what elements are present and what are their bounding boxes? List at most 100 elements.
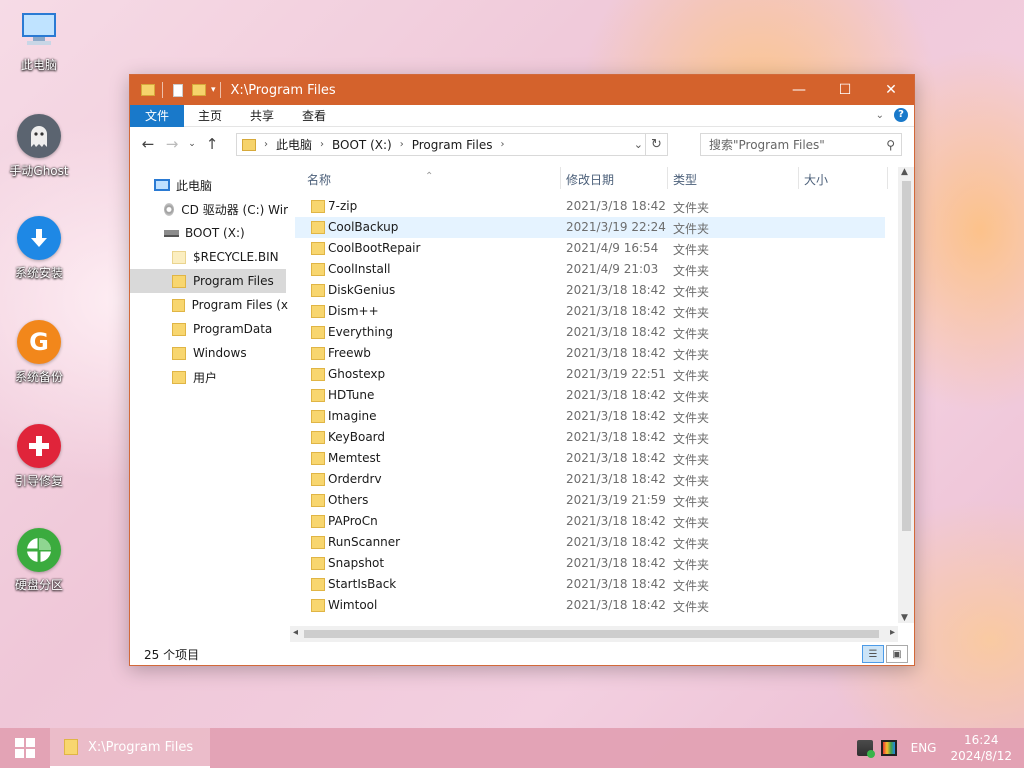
- chevron-right-icon[interactable]: ›: [500, 139, 504, 150]
- refresh-icon[interactable]: ↻: [645, 134, 667, 155]
- desktop-icon-system-backup[interactable]: G 系统备份: [4, 320, 74, 385]
- file-row[interactable]: Dism++ 2021/3/18 18:42 文件夹: [295, 301, 885, 322]
- vertical-scrollbar[interactable]: ▲ ▼: [898, 167, 914, 623]
- file-row[interactable]: CoolBackup 2021/3/19 22:24 文件夹: [295, 217, 885, 238]
- tab-file[interactable]: 文件: [130, 104, 185, 127]
- address-dropdown-icon[interactable]: ⌄: [634, 138, 643, 151]
- tree-item-program-files[interactable]: Program Files: [130, 269, 286, 293]
- properties-icon[interactable]: [173, 83, 183, 97]
- file-row[interactable]: PAProCn 2021/3/18 18:42 文件夹: [295, 511, 885, 532]
- taskbar-item-explorer[interactable]: X:\Program Files: [50, 728, 210, 768]
- file-type: 文件夹: [673, 579, 710, 593]
- file-row[interactable]: 7-zip 2021/3/18 18:42 文件夹: [295, 196, 885, 217]
- desktop-icon-system-install[interactable]: 系统安装: [4, 216, 74, 281]
- quick-access-toolbar: ▾: [138, 82, 225, 98]
- scroll-up-icon[interactable]: ▲: [901, 167, 908, 177]
- up-arrow-icon[interactable]: ↑: [200, 135, 224, 153]
- file-type: 文件夹: [673, 348, 710, 362]
- scrollbar-thumb[interactable]: [304, 630, 879, 638]
- expand-ribbon-icon[interactable]: ⌄: [876, 110, 884, 121]
- title-bar[interactable]: ▾ X:\Program Files — ☐ ✕: [130, 75, 914, 105]
- desktop-icon-label: 引导修复: [14, 474, 63, 488]
- tab-share[interactable]: 共享: [236, 105, 288, 127]
- desktop-icon-disk-partition[interactable]: 硬盘分区: [4, 528, 74, 593]
- help-icon[interactable]: ?: [894, 108, 908, 122]
- breadcrumb-this-pc[interactable]: 此电脑: [276, 136, 312, 153]
- column-name[interactable]: 名称: [307, 171, 331, 188]
- chevron-right-icon[interactable]: ›: [400, 139, 404, 150]
- tree-item-this-pc[interactable]: 此电脑: [154, 173, 284, 197]
- desktop-icon-manual-ghost[interactable]: 手动Ghost: [4, 114, 74, 179]
- chevron-right-icon[interactable]: ›: [320, 139, 324, 150]
- file-row[interactable]: Imagine 2021/3/18 18:42 文件夹: [295, 406, 885, 427]
- file-date: 2021/3/18 18:42: [566, 304, 666, 318]
- customize-dropdown-icon[interactable]: ▾: [211, 85, 216, 95]
- scroll-left-icon[interactable]: ◂: [293, 627, 298, 638]
- tree-item-boot-drive[interactable]: BOOT (X:): [164, 221, 284, 245]
- file-row[interactable]: Everything 2021/3/18 18:42 文件夹: [295, 322, 885, 343]
- back-arrow-icon[interactable]: ←: [136, 135, 160, 153]
- scrollbar-thumb[interactable]: [902, 181, 911, 531]
- tree-item-cd-drive[interactable]: CD 驱动器 (C:) Wir: [164, 197, 288, 221]
- details-view-icon[interactable]: ☰: [862, 645, 884, 663]
- folder-icon[interactable]: [141, 84, 155, 96]
- address-bar[interactable]: › 此电脑 › BOOT (X:) › Program Files › ⌄ ↻: [236, 133, 668, 156]
- file-type: 文件夹: [673, 516, 710, 530]
- file-row[interactable]: Orderdrv 2021/3/18 18:42 文件夹: [295, 469, 885, 490]
- forward-arrow-icon[interactable]: →: [160, 135, 184, 153]
- network-icon[interactable]: [856, 740, 875, 758]
- breadcrumb-boot-drive[interactable]: BOOT (X:): [332, 138, 392, 152]
- folder-icon: [172, 370, 186, 384]
- file-row[interactable]: Freewb 2021/3/18 18:42 文件夹: [295, 343, 885, 364]
- chevron-right-icon[interactable]: ›: [264, 139, 268, 150]
- column-date-modified[interactable]: 修改日期: [566, 171, 614, 188]
- clock[interactable]: 16:24 2024/8/12: [950, 732, 1012, 764]
- file-row[interactable]: Memtest 2021/3/18 18:42 文件夹: [295, 448, 885, 469]
- start-button[interactable]: [0, 728, 50, 768]
- file-date: 2021/3/18 18:42: [566, 514, 666, 528]
- file-row[interactable]: Wimtool 2021/3/18 18:42 文件夹: [295, 595, 885, 614]
- close-button[interactable]: ✕: [868, 75, 914, 105]
- column-size[interactable]: 大小: [804, 171, 828, 188]
- minimize-button[interactable]: —: [776, 75, 822, 105]
- tree-item-programdata[interactable]: ProgramData: [172, 317, 288, 341]
- file-type: 文件夹: [673, 432, 710, 446]
- tree-item-users[interactable]: 用户: [172, 365, 288, 389]
- tree-item-program-files-x86[interactable]: Program Files (x: [172, 293, 288, 317]
- file-date: 2021/3/18 18:42: [566, 325, 666, 339]
- file-row[interactable]: Ghostexp 2021/3/19 22:51 文件夹: [295, 364, 885, 385]
- maximize-button[interactable]: ☐: [822, 75, 868, 105]
- file-row[interactable]: RunScanner 2021/3/18 18:42 文件夹: [295, 532, 885, 553]
- tab-home[interactable]: 主页: [184, 105, 236, 127]
- large-icons-view-icon[interactable]: ▣: [886, 645, 908, 663]
- new-folder-icon[interactable]: [192, 84, 206, 96]
- plus-repair-icon: [17, 424, 61, 468]
- language-indicator[interactable]: ENG: [911, 741, 937, 755]
- file-type: 文件夹: [673, 264, 710, 278]
- scroll-down-icon[interactable]: ▼: [901, 613, 908, 623]
- file-row[interactable]: Snapshot 2021/3/18 18:42 文件夹: [295, 553, 885, 574]
- scroll-right-icon[interactable]: ▸: [890, 627, 895, 638]
- file-row[interactable]: CoolInstall 2021/4/9 21:03 文件夹: [295, 259, 885, 280]
- file-row[interactable]: DiskGenius 2021/3/18 18:42 文件夹: [295, 280, 885, 301]
- file-row[interactable]: CoolBootRepair 2021/4/9 16:54 文件夹: [295, 238, 885, 259]
- tree-item-windows[interactable]: Windows: [172, 341, 288, 365]
- breadcrumb-program-files[interactable]: Program Files: [412, 138, 493, 152]
- file-date: 2021/4/9 16:54: [566, 241, 659, 255]
- display-icon[interactable]: [880, 740, 897, 756]
- file-name: CoolInstall: [328, 262, 391, 276]
- file-type: 文件夹: [673, 495, 710, 509]
- desktop-icon-boot-repair[interactable]: 引导修复: [4, 424, 74, 489]
- recent-locations-icon[interactable]: ⌄: [184, 139, 200, 149]
- file-row[interactable]: KeyBoard 2021/3/18 18:42 文件夹: [295, 427, 885, 448]
- file-row[interactable]: StartIsBack 2021/3/18 18:42 文件夹: [295, 574, 885, 595]
- file-row[interactable]: Others 2021/3/19 21:59 文件夹: [295, 490, 885, 511]
- search-input[interactable]: 搜索"Program Files" ⚲: [700, 133, 902, 156]
- desktop-icon-this-pc[interactable]: 此电脑: [4, 8, 74, 73]
- horizontal-scrollbar[interactable]: ◂ ▸: [290, 626, 898, 642]
- tree-item-recycle-bin[interactable]: $RECYCLE.BIN: [172, 245, 288, 269]
- file-row[interactable]: HDTune 2021/3/18 18:42 文件夹: [295, 385, 885, 406]
- tab-view[interactable]: 查看: [288, 105, 340, 127]
- file-date: 2021/3/18 18:42: [566, 199, 666, 213]
- column-type[interactable]: 类型: [673, 171, 697, 188]
